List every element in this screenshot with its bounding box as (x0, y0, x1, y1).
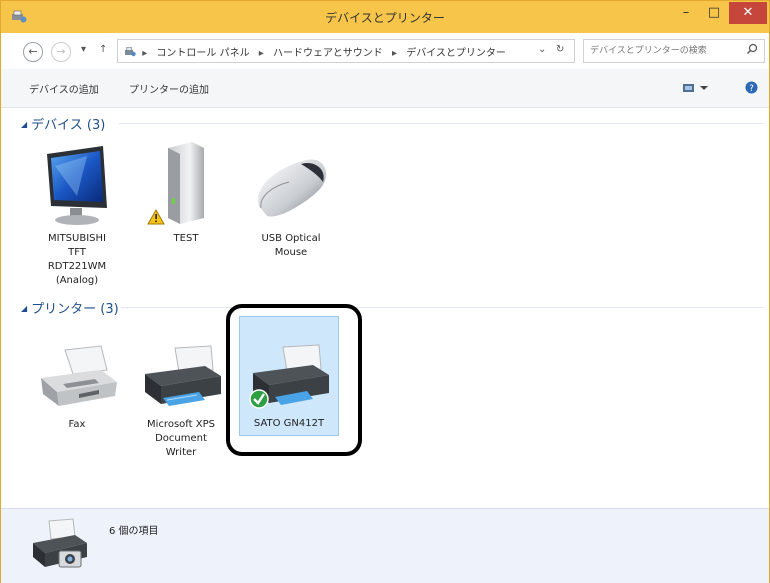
devices-content-area[interactable]: ◢ デバイス (3) MITSUBISHI TFT RDT221WM (Analo… (1, 108, 769, 508)
device-label: TEST (173, 233, 199, 244)
help-icon[interactable]: ? (745, 81, 758, 94)
add-printer-button[interactable]: プリンターの追加 (129, 81, 209, 96)
printer-label: Microsoft XPS Document Writer (147, 419, 215, 458)
fax-icon (41, 345, 117, 406)
devices-printers-icon (33, 518, 87, 568)
breadcrumb-separator: ▸ (392, 48, 398, 59)
device-test-drive[interactable]: TEST (144, 136, 228, 246)
address-bar-row: ← → ▾ ↑ ▸ コントロール パネル ▸ ハードウェアとサウンド ▸ デバイ… (1, 33, 769, 69)
svg-text:?: ? (749, 84, 754, 94)
details-pane: 6 個の項目 (1, 508, 769, 583)
search-input[interactable] (588, 42, 737, 60)
external-drive-icon (147, 142, 204, 225)
collapse-arrow-icon[interactable]: ◢ (21, 120, 27, 129)
collapse-arrow-icon[interactable]: ◢ (21, 304, 27, 313)
devices-and-printers-window: デバイスとプリンター – □ ✕ ← → ▾ ↑ ▸ コントロール パネル ▸ … (0, 0, 770, 583)
breadcrumb-hardware-sound[interactable]: ハードウェアとサウンド (273, 48, 383, 59)
title-bar[interactable]: デバイスとプリンター – □ ✕ (1, 1, 769, 33)
window-title: デバイスとプリンター (325, 11, 445, 25)
view-icon[interactable] (683, 83, 709, 93)
search-box[interactable] (583, 39, 765, 63)
printer-fax[interactable]: Fax (35, 344, 119, 432)
breadcrumb: ▸ コントロール パネル ▸ ハードウェアとサウンド ▸ デバイスとプリンター (124, 44, 512, 59)
breadcrumb-separator: ▸ (258, 48, 264, 59)
device-label: MITSUBISHI TFT RDT221WM (Analog) (47, 233, 107, 286)
minimize-button[interactable]: – (673, 2, 699, 24)
devices-group-header[interactable]: ◢ デバイス (3) (21, 114, 105, 133)
printer-icon (145, 345, 221, 406)
monitor-icon (47, 146, 107, 225)
printer-microsoft-xps[interactable]: Microsoft XPS Document Writer (139, 344, 223, 460)
breadcrumb-control-panel[interactable]: コントロール パネル (156, 48, 249, 59)
highlight-frame (226, 304, 362, 456)
recent-locations-button[interactable]: ▾ (81, 44, 86, 55)
control-panel-icon (125, 47, 136, 57)
group-divider (121, 307, 763, 308)
mouse-icon (258, 159, 327, 217)
group-divider (119, 123, 763, 124)
back-button[interactable]: ← (23, 42, 43, 62)
command-bar: デバイスの追加 プリンターの追加 ? (1, 69, 769, 108)
close-button[interactable]: ✕ (729, 2, 767, 24)
maximize-button[interactable]: □ (701, 2, 727, 24)
add-device-button[interactable]: デバイスの追加 (29, 81, 99, 96)
device-label: USB Optical Mouse (261, 233, 321, 258)
item-count-text: 6 個の項目 (109, 526, 159, 537)
search-icon[interactable] (746, 43, 758, 55)
address-dropdown-button[interactable]: ⌄ (538, 44, 546, 55)
device-monitor[interactable]: MITSUBISHI TFT RDT221WM (Analog) (35, 136, 119, 288)
address-field[interactable]: ▸ コントロール パネル ▸ ハードウェアとサウンド ▸ デバイスとプリンター … (117, 39, 575, 63)
forward-button[interactable]: → (51, 42, 71, 62)
device-usb-mouse[interactable]: USB Optical Mouse (249, 136, 333, 260)
up-button[interactable]: ↑ (99, 44, 107, 55)
printers-group-header[interactable]: ◢ プリンター (3) (21, 298, 119, 317)
refresh-button[interactable]: ↻ (556, 44, 564, 55)
breadcrumb-separator: ▸ (142, 48, 148, 59)
printer-label: Fax (68, 419, 86, 430)
breadcrumb-devices-printers[interactable]: デバイスとプリンター (406, 48, 506, 59)
